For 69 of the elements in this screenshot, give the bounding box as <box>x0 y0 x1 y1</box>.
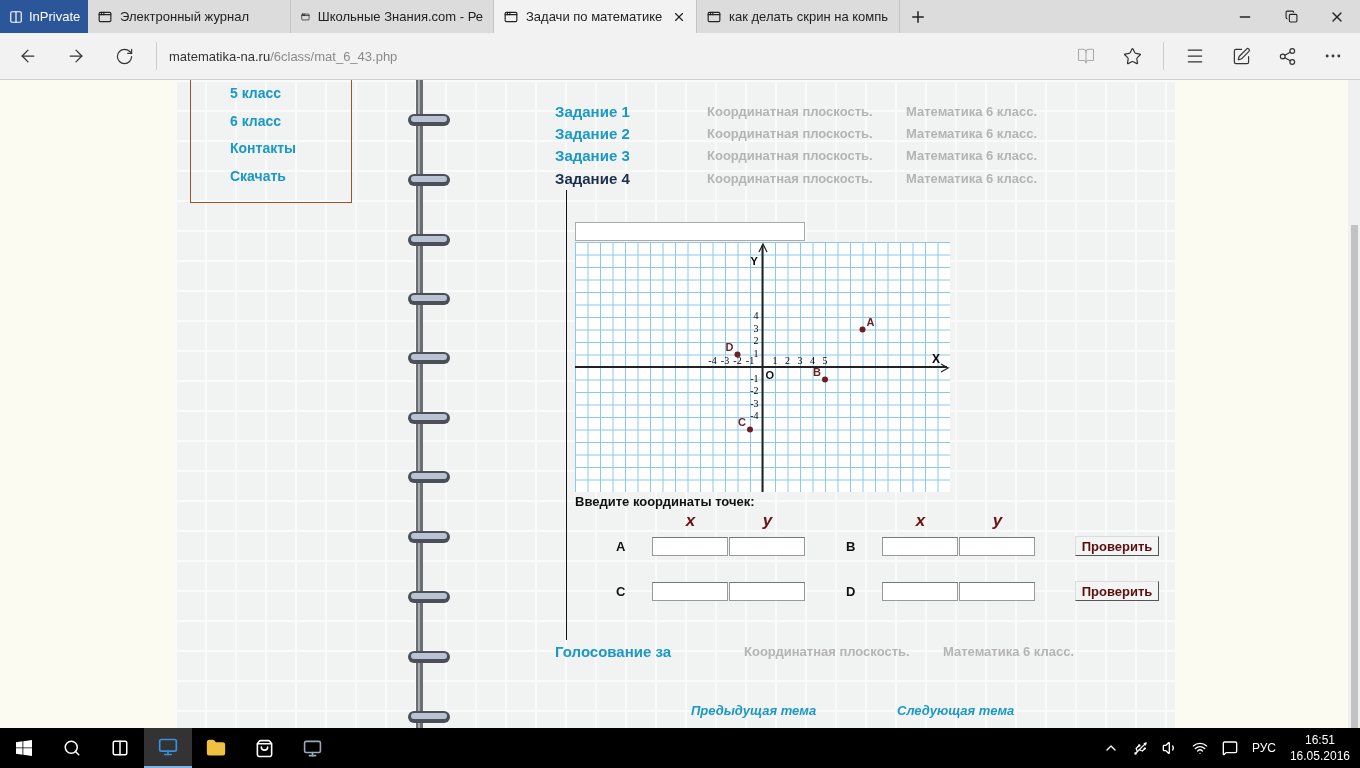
language-indicator[interactable]: РУС <box>1251 741 1276 755</box>
tick-label: -1 <box>750 372 759 384</box>
prompt-text: Введите координаты точек: <box>575 494 756 510</box>
vote-heading: Голосование за <box>555 642 673 660</box>
inprivate-badge: InPrivate <box>0 0 88 33</box>
subject-text: Математика 6 класс. <box>906 170 1039 186</box>
tick-label: 3 <box>797 355 803 367</box>
tick-label: -3 <box>720 355 730 367</box>
tick-label: -4 <box>708 355 717 367</box>
axis-header: y <box>992 511 1003 532</box>
tick-label: 3 <box>753 322 759 334</box>
browser-icon[interactable] <box>144 728 192 768</box>
point-name: D <box>846 583 857 599</box>
point-name: C <box>615 583 627 599</box>
point-label: C <box>738 415 746 428</box>
tick-label: 2 <box>785 355 790 367</box>
axis-label: X <box>932 352 940 367</box>
tick-label: -2 <box>733 355 742 367</box>
coordinate-field[interactable] <box>652 581 728 601</box>
topic-text: Координатная плоскость. <box>744 643 911 659</box>
task-link[interactable]: Задание 4 <box>555 169 707 187</box>
point-label: B <box>813 365 821 378</box>
subject-text: Математика 6 класс. <box>906 148 1039 164</box>
page-icon <box>504 9 518 24</box>
subject-text: Математика 6 класс. <box>943 643 1076 659</box>
coordinate-field[interactable] <box>729 536 805 556</box>
scrollbar[interactable] <box>1348 80 1360 728</box>
tick-label: 5 <box>822 355 828 367</box>
tick-label: 1 <box>753 347 759 359</box>
check-button[interactable]: Проверить <box>1075 536 1159 557</box>
windows-logo-icon[interactable] <box>16 740 32 756</box>
page-icon <box>98 9 112 24</box>
coordinate-field[interactable] <box>652 536 728 556</box>
point-label: A <box>866 315 875 328</box>
wifi-icon[interactable] <box>1191 740 1208 756</box>
point-label: D <box>725 340 734 353</box>
tick-label: 1 <box>772 355 778 367</box>
topic-text: Координатная плоскость. <box>707 148 874 164</box>
tick-label: -1 <box>745 355 755 367</box>
axis-header: y <box>762 511 773 532</box>
axis-label: Y <box>750 255 758 268</box>
coordinate-field[interactable] <box>729 581 805 601</box>
topic-text: Координатная плоскость. <box>707 170 874 186</box>
answer-field[interactable] <box>575 222 805 242</box>
tick-label: 4 <box>810 355 815 367</box>
topic-text: Координатная плоскость. <box>707 125 874 141</box>
coordinate-field[interactable] <box>882 581 958 601</box>
coordinate-field[interactable] <box>959 536 1035 556</box>
coordinate-field[interactable] <box>882 536 958 556</box>
clock[interactable]: 16:51 16.05.2016 <box>1289 732 1350 764</box>
tick-label: 4 <box>753 310 759 322</box>
point-name: A <box>615 538 627 554</box>
page-icon <box>707 9 721 24</box>
point-name: B <box>846 538 857 554</box>
origin-label: O <box>765 369 775 382</box>
tick-label: -2 <box>750 385 759 397</box>
topic-text: Координатная плоскость. <box>707 103 874 119</box>
usb-icon[interactable] <box>1132 740 1148 756</box>
check-button[interactable]: Проверить <box>1075 581 1159 602</box>
tick-label: 2 <box>753 335 759 347</box>
subject-text: Математика 6 класс. <box>906 125 1039 141</box>
browser-tab[interactable]: Задачи по математике <box>494 0 697 33</box>
axis-header: x <box>915 511 926 532</box>
notification-icon[interactable] <box>1221 740 1238 756</box>
coordinate-field[interactable] <box>959 581 1035 601</box>
subject-text: Математика 6 класс. <box>906 103 1039 119</box>
axis-header: x <box>685 511 696 532</box>
tick-label: -3 <box>750 397 759 409</box>
tick-label: -4 <box>750 410 759 422</box>
